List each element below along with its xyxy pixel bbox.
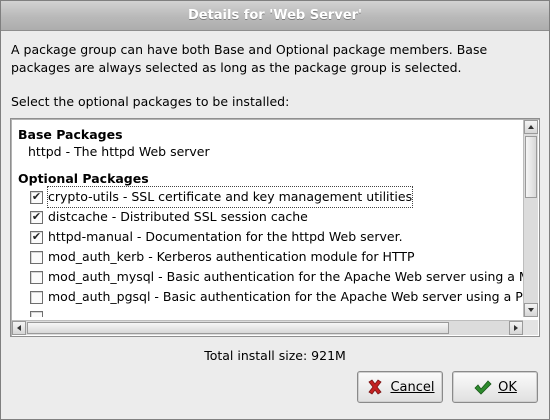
checkmark-icon: ✔ [31,190,42,203]
package-checkbox[interactable]: ✔ [30,190,43,204]
cancel-button[interactable]: Cancel [357,371,443,403]
scroll-right-button[interactable] [509,321,523,335]
vertical-scroll-thumb[interactable] [525,136,537,198]
package-checkbox[interactable] [30,311,43,317]
package-list-viewport: Base Packages httpd - The httpd Web serv… [12,120,523,317]
arrow-right-icon [514,325,518,331]
horizontal-scrollbar[interactable] [12,320,523,335]
red-x-icon [368,379,383,395]
intro-text: A package group can have both Base and O… [11,42,488,75]
horizontal-scroll-thumb[interactable] [27,322,449,334]
ok-label: OK [498,379,517,395]
arrow-up-icon [528,125,534,129]
total-install-size: Total install size: 921M [204,348,346,363]
package-checkbox[interactable] [30,251,43,264]
details-dialog: Details for 'Web Server' A package group… [0,0,550,420]
package-checkbox[interactable] [30,271,43,284]
package-checkbox[interactable]: ✔ [30,230,43,244]
optional-package-row[interactable] [12,307,523,317]
scroll-left-button[interactable] [12,321,26,335]
checkmark-icon: ✔ [31,230,42,243]
package-label[interactable]: mod_auth_mysql - Basic authentication fo… [48,267,523,287]
package-label[interactable]: httpd-manual - Documentation for the htt… [48,227,403,247]
package-label[interactable]: distcache - Distributed SSL session cach… [48,207,308,227]
package-checkbox[interactable] [30,291,43,304]
checkmark-icon: ✔ [31,210,42,223]
green-check-icon [474,380,492,395]
optional-package-row[interactable]: mod_auth_mysql - Basic authentication fo… [12,267,523,287]
base-package-item: httpd - The httpd Web server [28,144,210,159]
ok-button[interactable]: OK [452,371,538,403]
package-label[interactable]: crypto-utils - SSL certificate and key m… [46,186,414,208]
window-title: Details for 'Web Server' [1,1,549,31]
select-label: Select the optional packages to be insta… [11,94,290,109]
optional-package-row[interactable]: ✔ httpd-manual - Documentation for the h… [12,227,523,247]
optional-package-row[interactable]: ✔ distcache - Distributed SSL session ca… [12,207,523,227]
optional-package-row[interactable]: mod_auth_pgsql - Basic authentication fo… [12,287,523,307]
vertical-scrollbar[interactable] [523,120,538,317]
package-label[interactable]: mod_auth_kerb - Kerberos authentication … [48,247,415,267]
package-list[interactable]: Base Packages httpd - The httpd Web serv… [10,118,540,337]
optional-package-row[interactable]: mod_auth_kerb - Kerberos authentication … [12,247,523,267]
scroll-down-button[interactable] [524,303,538,317]
package-label[interactable]: mod_auth_pgsql - Basic authentication fo… [48,287,523,307]
arrow-left-icon [17,325,21,331]
optional-packages-heading: Optional Packages [18,171,149,186]
optional-package-row[interactable]: ✔ crypto-utils - SSL certificate and key… [12,186,523,208]
cancel-label: Cancel [390,379,435,395]
scroll-corner [523,320,538,335]
arrow-down-icon [528,308,534,312]
scroll-up-button[interactable] [524,120,538,134]
package-checkbox[interactable]: ✔ [30,210,43,224]
base-packages-heading: Base Packages [18,127,123,142]
